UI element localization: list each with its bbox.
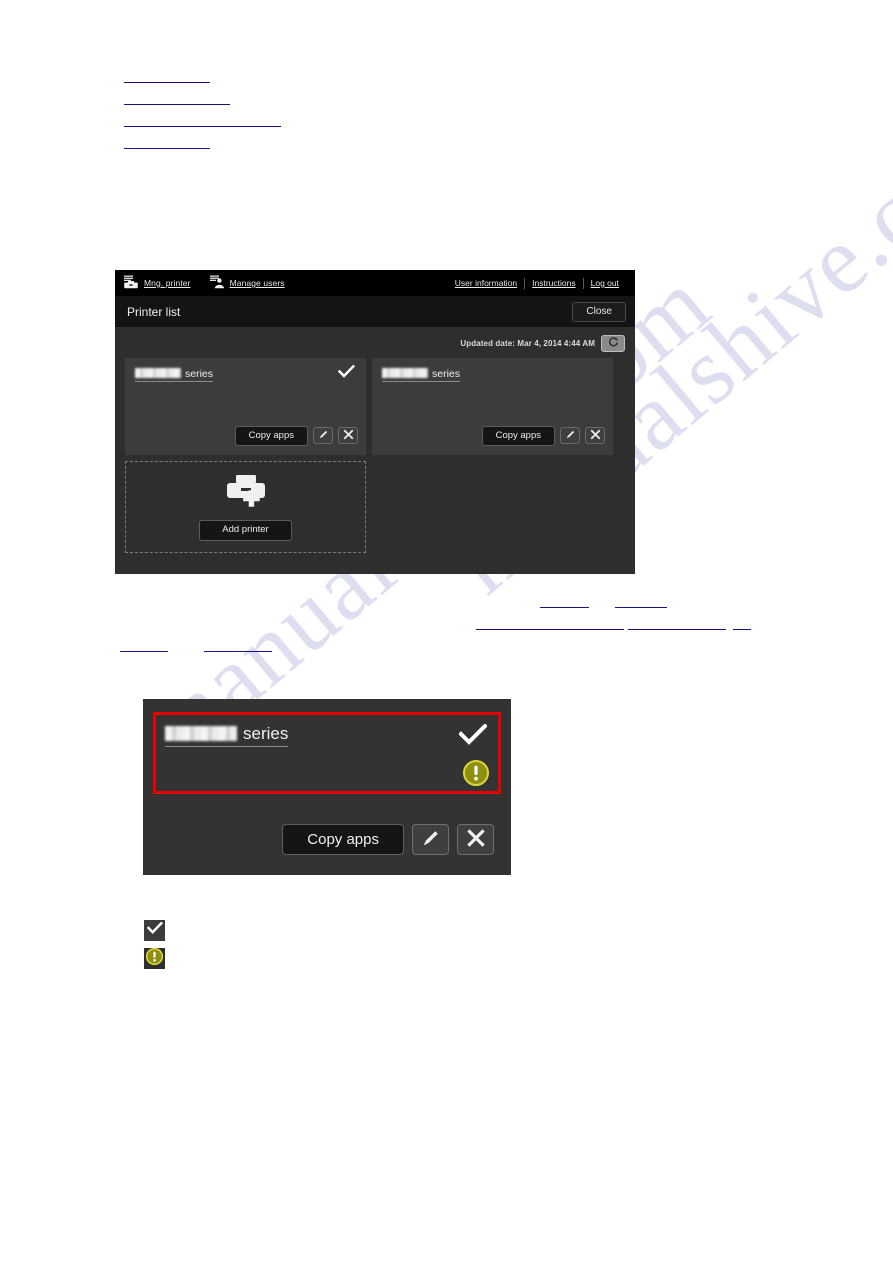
add-printer-card[interactable]: Add printer	[125, 461, 366, 553]
nav-item-manage-users[interactable]: Manage users	[209, 275, 285, 291]
printer-card-list: series Copy apps series Copy apps Add pr…	[125, 358, 625, 553]
printer-name-redacted	[135, 368, 181, 378]
printer-name[interactable]: series	[135, 367, 214, 382]
copy-apps-button[interactable]: Copy apps	[234, 425, 308, 446]
legend-list	[144, 920, 174, 976]
printer-management-panel: Mng. printer Manage users User informati…	[115, 270, 635, 574]
edit-printer-button[interactable]	[313, 427, 333, 445]
check-icon	[337, 364, 355, 384]
printer-card-actions: Copy apps	[481, 425, 605, 446]
printer-series-label: series	[185, 368, 214, 380]
nav-item-mng-printer-label: Mng. printer	[144, 278, 191, 288]
printer-card-detail-figure: series Copy apps	[143, 699, 511, 875]
delete-printer-button[interactable]	[457, 823, 494, 855]
nav-link-user-information[interactable]: User information	[448, 278, 524, 288]
pencil-icon	[421, 828, 441, 851]
panel-top-navigation: Mng. printer Manage users User informati…	[115, 270, 635, 296]
nav-item-manage-users-label: Manage users	[229, 278, 285, 288]
inline-link-6[interactable]	[120, 651, 168, 652]
nav-link-log-out[interactable]: Log out	[584, 278, 626, 288]
delete-printer-button[interactable]	[585, 427, 605, 445]
panel-body: Updated date: Mar 4, 2014 4:44 AM series…	[115, 327, 635, 561]
inline-link-1[interactable]	[540, 607, 589, 608]
warning-icon	[463, 760, 489, 791]
delete-printer-button[interactable]	[338, 427, 358, 445]
refresh-button[interactable]	[601, 334, 625, 352]
toc-link-3[interactable]	[124, 126, 281, 127]
close-x-icon	[466, 828, 486, 851]
add-printer-button[interactable]: Add printer	[199, 520, 292, 541]
printer-icon	[123, 275, 139, 291]
inline-link-3[interactable]	[476, 629, 624, 630]
printer-series-label: series	[432, 368, 461, 380]
inline-link-5[interactable]	[733, 629, 751, 630]
check-icon	[458, 723, 488, 751]
inline-link-2[interactable]	[615, 607, 667, 608]
warning-icon	[145, 947, 164, 970]
copy-apps-button[interactable]: Copy apps	[481, 425, 555, 446]
toc-link-1[interactable]	[124, 82, 210, 83]
top-nav-right-group: User information Instructions Log out	[448, 277, 626, 289]
printer-add-icon	[224, 473, 268, 516]
inline-link-7[interactable]	[204, 651, 272, 652]
updated-date-label: Updated date: Mar 4, 2014 4:44 AM	[460, 338, 595, 348]
updated-date-row: Updated date: Mar 4, 2014 4:44 AM	[125, 333, 625, 353]
close-button[interactable]: Close	[572, 301, 626, 322]
close-x-icon	[343, 428, 354, 443]
edit-printer-button[interactable]	[560, 427, 580, 445]
printer-card[interactable]: series Copy apps	[125, 358, 366, 455]
nav-link-instructions[interactable]: Instructions	[525, 278, 582, 288]
pencil-icon	[565, 428, 576, 443]
printer-name[interactable]: series	[165, 724, 289, 747]
printer-name[interactable]: series	[382, 367, 461, 382]
warning-icon-swatch	[144, 947, 165, 970]
top-nav-left-group: Mng. printer Manage users	[123, 275, 448, 291]
printer-series-label: series	[243, 724, 289, 743]
check-icon	[146, 921, 163, 940]
nav-item-mng-printer[interactable]: Mng. printer	[123, 275, 191, 291]
toc-link-4[interactable]	[124, 148, 210, 149]
close-x-icon	[590, 428, 601, 443]
legend-item-warning	[144, 947, 174, 970]
watermark: manualshive.com manualshive.com	[0, 0, 893, 1263]
copy-apps-button[interactable]: Copy apps	[282, 823, 404, 855]
printer-name-redacted	[382, 368, 428, 378]
panel-header: Printer list Close	[115, 296, 635, 327]
printer-card[interactable]: series Copy apps	[372, 358, 613, 455]
inline-link-4[interactable]	[628, 629, 726, 630]
printer-name-redacted	[165, 726, 237, 741]
toc-link-2[interactable]	[124, 104, 230, 105]
users-icon	[209, 275, 225, 291]
edit-printer-button[interactable]	[412, 823, 449, 855]
printer-card-actions: Copy apps	[234, 425, 358, 446]
check-icon-swatch	[144, 920, 165, 941]
refresh-icon	[608, 336, 619, 351]
legend-item-check	[144, 920, 174, 941]
printer-card-actions: Copy apps	[282, 823, 494, 855]
pencil-icon	[318, 428, 329, 443]
page-title: Printer list	[127, 304, 181, 319]
